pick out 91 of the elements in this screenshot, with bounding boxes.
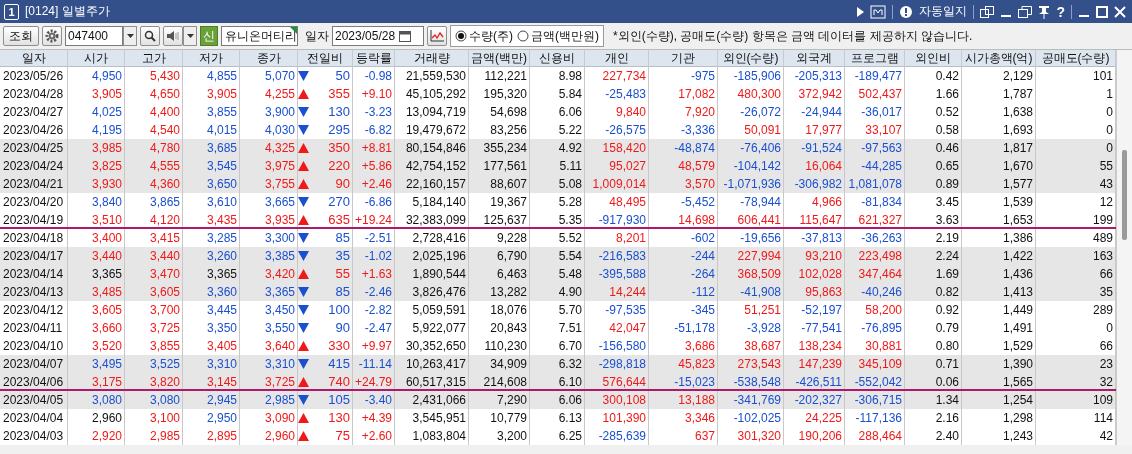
- close-icon[interactable]: [1114, 5, 1126, 18]
- table-cell: 295: [328, 121, 350, 139]
- stock-code-field[interactable]: 047400: [65, 26, 123, 46]
- table-cell: 130: [328, 409, 350, 427]
- table-row[interactable]: 2023/04/27 4,025 4,400 3,855 3,900 130 -3.23 13,094,719 54,698 6.06 9,840 7,920 -26,072 -24,944 -36,017 0.52 1,638 0: [0, 103, 1116, 121]
- auto-log-button[interactable]: 자동일지: [919, 3, 968, 20]
- window-title: [0124] 일별주가: [25, 3, 110, 20]
- stock-name-field[interactable]: 유니온머티리: [221, 26, 298, 46]
- table-cell: 288,464: [845, 427, 905, 445]
- tile-windows-icon[interactable]: [980, 5, 995, 18]
- chart-button[interactable]: [427, 26, 447, 46]
- table-cell: 2,895: [183, 427, 240, 445]
- table-cell: 90: [335, 175, 350, 193]
- table-row[interactable]: 2023/04/17 3,440 3,440 3,260 3,385 35 -1.02 2,025,196 6,790 5.54 -216,583 -244 227,994 93,210 223,498 2.24 1,422 163: [0, 247, 1116, 265]
- table-cell: 3,200: [469, 427, 530, 445]
- query-button[interactable]: 조회: [3, 26, 39, 46]
- table-cell: 270: [328, 193, 350, 211]
- maximize-icon[interactable]: [1096, 5, 1108, 18]
- table-cell: 55: [335, 265, 350, 283]
- table-cell: 355: [328, 85, 350, 103]
- table-cell: 2,920: [68, 427, 125, 445]
- table-row[interactable]: 2023/04/19 3,510 4,120 3,435 3,935 635 +19.24 32,383,099 125,637 5.35 -917,930 14,698 606,441 115,647 621,327 3.63 1,653 199: [0, 211, 1116, 229]
- table-cell: 190,206: [784, 427, 845, 445]
- table-cell: 220: [328, 157, 350, 175]
- caret-icon: [186, 34, 194, 38]
- table-row[interactable]: 2023/04/13 3,485 3,605 3,360 3,365 85 -2.46 3,826,476 13,282 4.90 14,244 -112 -41,908 95,863 -40,246 0.82 1,413 35: [0, 283, 1116, 301]
- speaker-icon: [166, 30, 180, 42]
- table-cell: 105: [328, 391, 350, 409]
- dropdown-button[interactable]: [183, 26, 197, 46]
- info-icon[interactable]: [899, 4, 914, 19]
- scrollbar[interactable]: [1116, 50, 1132, 445]
- table-row[interactable]: 2023/04/20 3,840 3,865 3,610 3,665 270 -6.86 5,184,140 19,367 5.28 48,495 -5,452 -78,944 4,966 -81,834 3.45 1,539 12: [0, 193, 1116, 211]
- settings-button[interactable]: [42, 26, 62, 46]
- table-cell: 85: [335, 229, 350, 247]
- table-cell: 301,320: [718, 427, 784, 445]
- table-cell: 330: [328, 337, 350, 355]
- table-cell: 6.25: [530, 427, 585, 445]
- search-button[interactable]: [140, 26, 160, 46]
- table-cell: 635: [328, 211, 350, 229]
- calendar-icon[interactable]: [399, 30, 412, 42]
- table-row[interactable]: 2023/04/28 3,905 4,650 3,905 4,255 355 +9.10 45,105,292 195,320 5.84 -25,483 17,082 480,300 372,942 502,437 1.66 1,787 1: [0, 85, 1116, 103]
- table-row[interactable]: 2023/04/10 3,520 3,855 3,405 3,640 330 +9.97 30,352,650 110,230 6.70 -156,580 3,686 38,687 138,234 30,881 0.80 1,529 66: [0, 337, 1116, 355]
- date-field[interactable]: 2023/05/28: [332, 26, 424, 46]
- table-row[interactable]: 2023/04/21 3,930 4,360 3,650 3,755 90 +2.46 22,160,157 88,607 5.08 1,009,014 3,570 -1,071,936 -306,982 1,081,078 0.89 1,577 43: [0, 175, 1116, 193]
- table-cell: 2,985: [125, 427, 183, 445]
- table-cell: 90: [335, 319, 350, 337]
- table-row[interactable]: 2023/04/12 3,605 3,700 3,445 3,450 100 -2.82 5,059,591 18,076 5.70 -97,535 -345 51,251 -52,197 58,200 0.92 1,449 289: [0, 301, 1116, 319]
- caret-icon: [126, 34, 134, 38]
- table-row[interactable]: 2023/04/03 2,920 2,985 2,895 2,960 75 +2.60 1,083,804 3,200 6.25 -285,639 637 301,320 190,206 288,464 2.40 1,243 42: [0, 427, 1116, 445]
- restore-icon[interactable]: [1018, 5, 1033, 18]
- table-row[interactable]: 2023/04/11 3,660 3,725 3,350 3,550 90 -2.47 5,922,077 20,843 7.51 42,047 -51,178 -3,928 -77,541 -76,895 0.79 1,491 0: [0, 319, 1116, 337]
- table-row[interactable]: 2023/04/18 3,400 3,415 3,285 3,300 85 -2.51 2,728,416 9,228 5.52 8,201 -602 -19,656 -37,813 -36,263 2.19 1,386 489: [0, 229, 1116, 247]
- table-row[interactable]: 2023/05/26 4,950 5,430 4,855 5,070 50 -0.98 21,559,530 112,221 8.98 227,734 -975 -185,906 -205,313 -189,477 0.42 2,129 101: [0, 67, 1116, 85]
- play-icon[interactable]: [857, 6, 865, 17]
- table-cell: 637: [649, 427, 718, 445]
- table-cell: 35: [335, 247, 350, 265]
- table-cell: 2023/04/03: [0, 427, 68, 445]
- table-row[interactable]: 2023/04/14 3,365 3,470 3,365 3,420 55 +1.63 1,890,544 6,463 5.48 -395,588 -264 368,509 102,028 347,464 1.69 1,436 66: [0, 265, 1116, 283]
- unit-radio[interactable]: 수량(주): [455, 27, 513, 45]
- table-cell: 2.40: [905, 427, 962, 445]
- table-cell: 50: [335, 67, 350, 85]
- help-button[interactable]: ?: [1056, 3, 1065, 20]
- scrollbar-thumb[interactable]: [1122, 150, 1127, 240]
- table-cell: 740: [328, 373, 350, 391]
- table-cell: 85: [335, 283, 350, 301]
- memo-icon[interactable]: [870, 4, 887, 19]
- table-row[interactable]: 2023/04/26 4,195 4,540 4,015 4,030 295 -6.82 19,479,672 83,256 5.22 -26,575 -3,336 50,091 17,977 33,107 0.58 1,693 0: [0, 121, 1116, 139]
- market-badge: 신: [200, 26, 218, 46]
- notice-text: *외인(수량), 공매도(수량) 항목은 금액 데이터를 제공하지 않습니다.: [613, 27, 973, 45]
- dropdown-button[interactable]: [123, 26, 137, 46]
- speaker-button[interactable]: [163, 26, 183, 46]
- table-cell: 100: [328, 301, 350, 319]
- table-row[interactable]: 2023/04/04 2,960 3,100 2,950 3,090 130 +4.39 3,545,951 10,779 6.13 101,390 3,346 -102,025 24,225 -117,136 2.16 1,298 114: [0, 409, 1116, 427]
- date-label: 일자: [305, 27, 329, 45]
- table-cell: 1,243: [962, 427, 1036, 445]
- table-row[interactable]: 2023/04/24 3,825 4,555 3,545 3,975 220 +5.86 42,754,152 177,561 5.11 95,027 48,579 -104,142 16,064 -44,285 0.65 1,670 55: [0, 157, 1116, 175]
- table-cell: 2,960: [240, 427, 298, 445]
- table-row[interactable]: 2023/04/25 3,985 4,780 3,685 4,325 350 +8.81 80,154,846 355,234 4.92 158,420 -48,874 -76,406 -91,524 -97,563 0.46 1,817 0: [0, 139, 1116, 157]
- table-row[interactable]: 2023/04/07 3,495 3,525 3,310 3,310 415 -11.14 10,263,417 34,909 6.32 -298,818 45,823 273,543 147,239 345,109 0.71 1,390 23: [0, 355, 1116, 373]
- table-cell: +2.60: [353, 427, 395, 445]
- table-cell: 75: [335, 427, 350, 445]
- pin-icon[interactable]: [1038, 4, 1051, 19]
- window-number-badge: 1: [4, 3, 19, 20]
- table-row[interactable]: 2023/04/06 3,175 3,820 3,145 3,725 740 +24.79 60,517,315 214,608 6.10 576,644 -15,023 -538,548 -426,511 -552,042 0.06 1,565 32: [0, 373, 1116, 391]
- table-row[interactable]: 2023/04/05 3,080 3,080 2,945 2,985 105 -3.40 2,431,066 7,290 6.06 300,108 13,188 -341,769 -202,327 -306,715 1.34 1,254 109: [0, 391, 1116, 409]
- unit-radio[interactable]: 금액(백만원): [517, 27, 599, 45]
- table-cell: -285,639: [585, 427, 649, 445]
- table-cell: 130: [328, 103, 350, 121]
- table-cell: 415: [328, 355, 350, 373]
- table-cell: 1,083,804: [395, 427, 469, 445]
- table-cell: 350: [328, 139, 350, 157]
